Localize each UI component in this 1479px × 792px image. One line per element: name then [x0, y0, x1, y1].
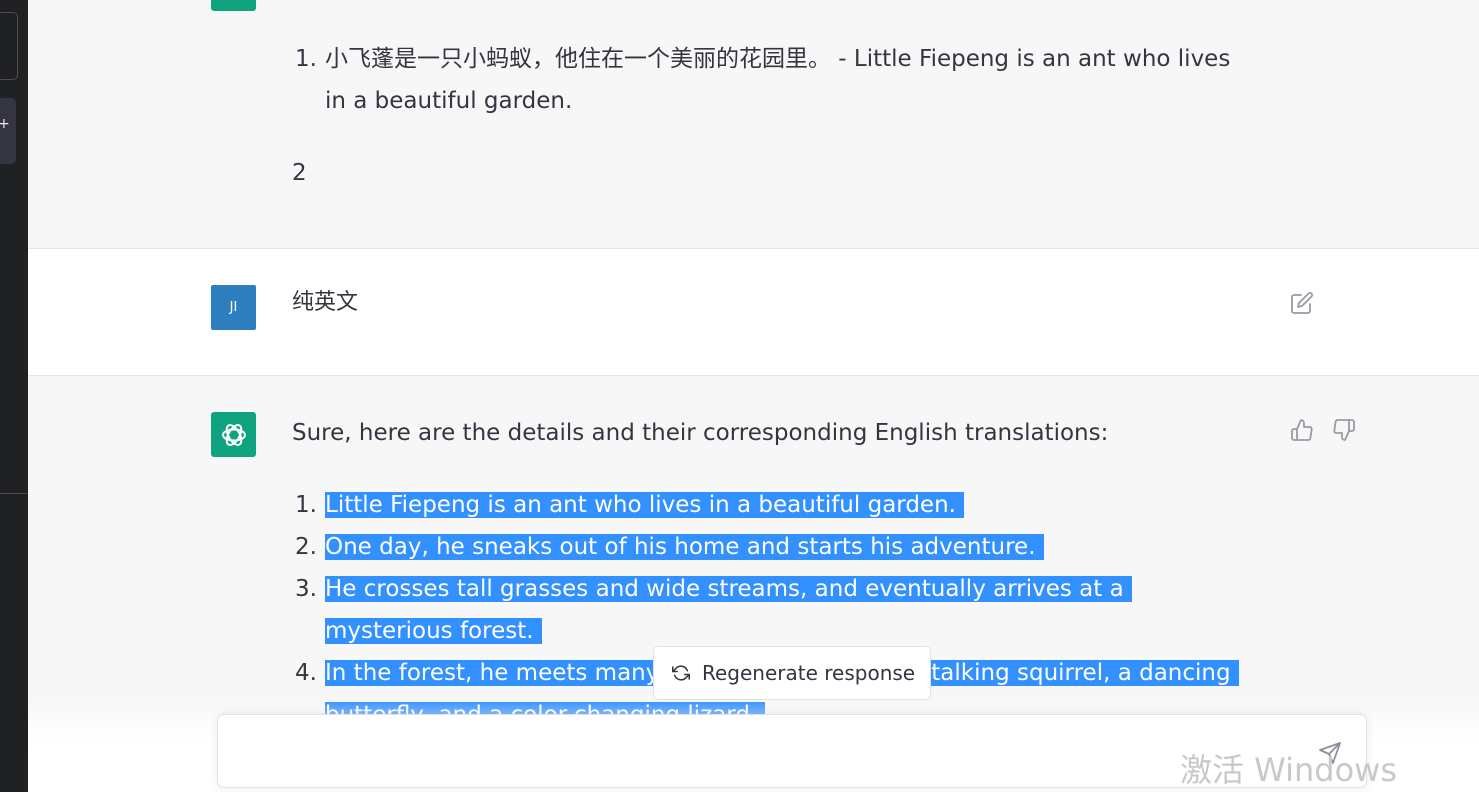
message-input[interactable]: [234, 729, 1298, 777]
openai-logo-icon: [219, 0, 249, 4]
plus-icon: +: [0, 116, 10, 132]
list-item-text: He crosses tall grasses and wide streams…: [325, 568, 1255, 652]
thumbs-up-button[interactable]: [1289, 417, 1315, 443]
refresh-icon: [672, 665, 690, 681]
openai-logo-icon: [221, 423, 246, 446]
assistant-avatar: [211, 0, 256, 11]
thumbs-up-icon: [1291, 419, 1313, 441]
assistant-message-previous: 1. 小飞蓬是一只小蚂蚁，他住在一个美丽的花园里。 - Little Fiepe…: [28, 0, 1479, 249]
list-number: 2.: [295, 534, 317, 560]
thumbs-down-icon: [1333, 419, 1355, 441]
list-item-text: 小飞蓬是一只小蚂蚁，他住在一个美丽的花园里。 - Little Fiepeng …: [325, 46, 1231, 114]
user-avatar: JI: [211, 285, 256, 330]
chat-thread: 1. 小飞蓬是一只小蚂蚁，他住在一个美丽的花园里。 - Little Fiepe…: [28, 0, 1479, 792]
regenerate-label: Regenerate response: [702, 661, 916, 685]
thumbs-down-button[interactable]: [1331, 417, 1357, 443]
list-number: 1.: [295, 46, 317, 72]
trailing-text: 2: [292, 160, 307, 186]
regenerate-response-button[interactable]: Regenerate response: [653, 646, 931, 700]
sidebar-divider: [0, 493, 28, 494]
user-message: JI 纯英文: [28, 249, 1479, 376]
list-number: 3.: [295, 576, 317, 602]
assistant-avatar: [211, 412, 256, 457]
list-number: 1.: [295, 492, 317, 518]
response-intro: Sure, here are the details and their cor…: [292, 420, 1109, 446]
list-item-text: Little Fiepeng is an ant who lives in a …: [325, 484, 1255, 526]
list-item-text: One day, he sneaks out of his home and s…: [325, 526, 1255, 568]
new-chat-button[interactable]: [0, 12, 18, 80]
selected-text: One day, he sneaks out of his home and s…: [325, 534, 1044, 560]
edit-icon: [1291, 292, 1313, 314]
selected-text: He crosses tall grasses and wide streams…: [325, 576, 1132, 644]
windows-activation-watermark: 激活 Windows: [1180, 751, 1398, 789]
sidebar: +: [0, 0, 29, 792]
user-message-text: 纯英文: [292, 290, 359, 315]
selected-text: Little Fiepeng is an ant who lives in a …: [325, 492, 964, 518]
edit-message-button[interactable]: [1289, 290, 1315, 316]
list-number: 4.: [295, 660, 317, 686]
